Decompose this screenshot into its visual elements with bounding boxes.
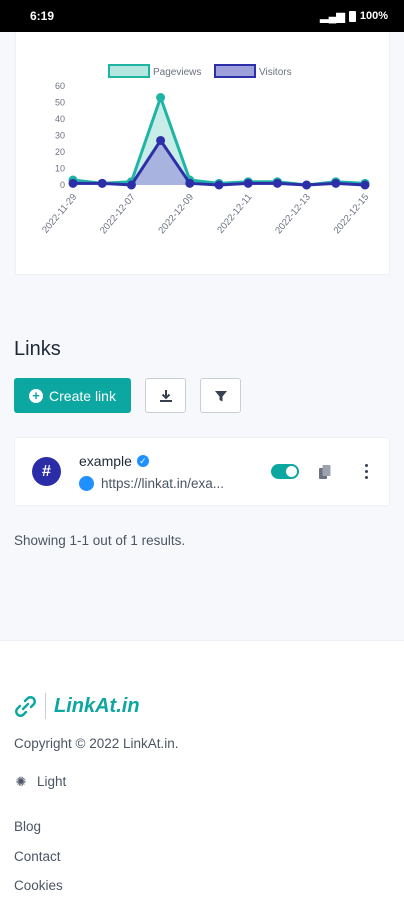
- legend-swatch: [214, 64, 256, 78]
- battery-level: 100%: [359, 10, 388, 22]
- sun-icon: ✺: [15, 773, 27, 789]
- y-tick-label: 30: [55, 131, 65, 141]
- link-list-item[interactable]: # example ✓ https://linkat.in/exa...: [14, 437, 390, 506]
- data-point: [156, 93, 166, 103]
- y-tick-label: 60: [55, 81, 65, 91]
- signal-icon: ▂▄▆: [320, 10, 345, 23]
- legend-swatch: [108, 64, 150, 78]
- logo-separator: [45, 693, 46, 719]
- y-tick-label: 40: [55, 114, 65, 124]
- analytics-chart: 0 10 20 30 40 50 60 2022-11-29 2022-12-07 2022-12…: [40, 64, 372, 236]
- brand-name: LinkAt.in: [54, 694, 140, 717]
- link-enabled-toggle[interactable]: [271, 464, 299, 479]
- analytics-chart-card: 0 10 20 30 40 50 60 2022-11-29 2022-12-07 2022-12…: [15, 32, 390, 275]
- series-line-pageviews: [72, 93, 366, 187]
- footer-link-blog[interactable]: Blog: [14, 819, 41, 834]
- links-heading: Links: [14, 338, 61, 360]
- x-tick-label: 2022-12-13: [273, 192, 313, 236]
- legend-label: Pageviews: [153, 67, 201, 78]
- x-tick-label: 2022-11-29: [40, 192, 79, 236]
- y-tick-label: 0: [60, 180, 65, 190]
- status-icons: ▂▄▆ 100%: [320, 10, 388, 23]
- globe-icon: [79, 476, 94, 491]
- data-point: [302, 180, 312, 190]
- link-url[interactable]: https://linkat.in/exa...: [101, 476, 224, 491]
- battery-icon: [348, 10, 356, 22]
- series-line-visitors: [73, 137, 366, 187]
- x-tick-label: 2022-12-15: [332, 192, 372, 236]
- create-link-label: Create link: [49, 387, 116, 404]
- filter-button[interactable]: [200, 378, 241, 413]
- series-area-pageviews: [73, 97, 365, 185]
- status-time: 6:19: [30, 9, 55, 23]
- series-area-visitors: [73, 140, 365, 185]
- filter-icon: [214, 390, 227, 401]
- brand-logo[interactable]: LinkAt.in: [14, 693, 140, 719]
- link-url-row: https://linkat.in/exa...: [79, 476, 224, 491]
- plus-icon: +: [29, 388, 44, 403]
- data-point: [97, 178, 107, 188]
- y-tick-label: 50: [55, 98, 65, 108]
- y-tick-label: 10: [55, 164, 65, 174]
- data-point: [331, 178, 341, 188]
- download-icon: [159, 389, 172, 402]
- verified-icon: ✓: [136, 455, 149, 467]
- data-point: [185, 178, 195, 188]
- copy-icon[interactable]: [319, 465, 331, 479]
- download-button[interactable]: [145, 378, 186, 413]
- y-tick-label: 20: [55, 147, 65, 157]
- data-point: [156, 135, 166, 145]
- create-link-button[interactable]: + Create link: [14, 378, 131, 413]
- x-tick-label: 2022-12-11: [215, 192, 254, 236]
- data-point: [68, 178, 78, 188]
- link-name-row: example ✓: [79, 453, 149, 469]
- footer: LinkAt.in Copyright © 2022 LinkAt.in. ✺ …: [0, 640, 404, 900]
- footer-link-contact[interactable]: Contact: [14, 849, 61, 864]
- more-options-icon[interactable]: [365, 464, 369, 479]
- legend-label: Visitors: [259, 67, 292, 78]
- data-point: [243, 178, 253, 188]
- link-name[interactable]: example: [79, 453, 132, 469]
- data-point: [214, 180, 224, 190]
- data-point: [126, 180, 136, 190]
- x-tick-label: 2022-12-09: [156, 192, 196, 236]
- results-summary: Showing 1-1 out of 1 results.: [14, 533, 186, 548]
- link-icon: [15, 695, 36, 717]
- theme-switch[interactable]: ✺ Light: [14, 773, 67, 790]
- link-avatar: #: [32, 457, 61, 486]
- data-point: [272, 178, 282, 188]
- data-point: [360, 180, 370, 190]
- theme-label: Light: [37, 774, 67, 789]
- x-tick-label: 2022-12-07: [98, 192, 138, 236]
- copyright-text: Copyright © 2022 LinkAt.in.: [14, 736, 179, 751]
- footer-link-cookies[interactable]: Cookies: [14, 878, 63, 893]
- status-bar: 6:19 ▂▄▆ 100%: [0, 0, 404, 32]
